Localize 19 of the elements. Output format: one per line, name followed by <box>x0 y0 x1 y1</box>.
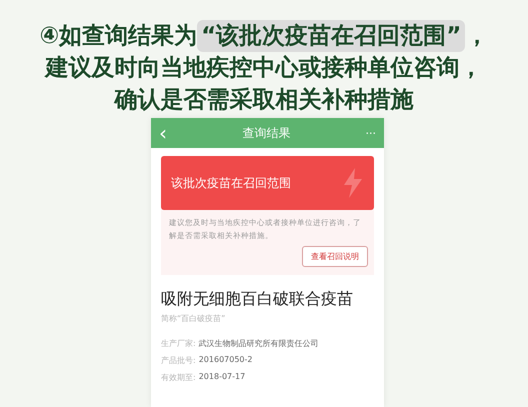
caption-text: ， <box>465 22 488 51</box>
field-value: 201607050-2 <box>198 355 252 366</box>
field-label: 有效期至: <box>161 372 196 383</box>
caption-text: ④如查询结果为 <box>40 22 198 51</box>
caption-text: 建议及时向当地疾控中心或接种单位咨询， <box>46 54 482 83</box>
highlighted-quote: “该批次疫苗在召回范围” <box>197 20 466 52</box>
back-button[interactable]: ‹ <box>159 123 167 143</box>
recall-info-button[interactable]: 查看召回说明 <box>302 246 368 267</box>
field-label: 产品批号: <box>161 355 196 366</box>
nav-title: 查询结果 <box>242 124 290 142</box>
more-button[interactable]: ··· <box>366 126 376 140</box>
caption-text: 确认是否需采取相关补种措施 <box>114 86 414 115</box>
product-name: 吸附无细胞百白破联合疫苗 <box>161 289 354 310</box>
field-value: 武汉生物制品研究所有限责任公司 <box>198 338 319 349</box>
product-alias: 简称“百白破疫苗” <box>161 313 226 324</box>
lightning-icon <box>342 168 364 198</box>
alert-title: 该批次疫苗在召回范围 <box>171 174 291 192</box>
field-value: 2018-07-17 <box>198 372 246 383</box>
field-label: 生产厂家: <box>161 338 196 349</box>
